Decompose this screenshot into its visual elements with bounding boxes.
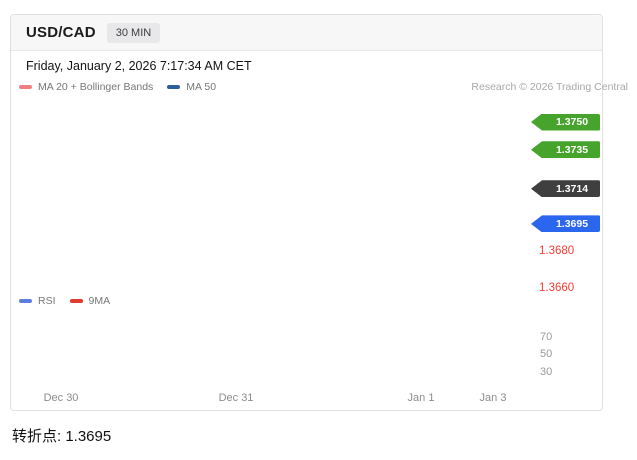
price-level-label-1.3680: 1.3680 (539, 245, 574, 257)
card-header: USD/CAD 30 MIN (11, 15, 602, 51)
x-axis-label-jan-3: Jan 3 (480, 392, 507, 404)
x-axis-label-dec-31: Dec 31 (219, 392, 254, 404)
price-level-label-1.3714: 1.3714 (531, 180, 600, 197)
research-credit: Research © 2026 Trading Central (471, 81, 628, 93)
rsi-legend: RSI 9MA (19, 295, 124, 307)
price-legend: MA 20 + Bollinger Bands MA 50 (19, 81, 230, 93)
ma20-label: MA 20 + Bollinger Bands (38, 81, 153, 93)
quote-card: USD/CAD 30 MIN Friday, January 2, 2026 7… (10, 14, 603, 411)
rsi-scale-50: 50 (540, 348, 552, 360)
pair-title: USD/CAD (26, 24, 96, 41)
price-level-label-1.3695: 1.3695 (531, 215, 600, 232)
legend-9ma-item: 9MA (70, 295, 111, 307)
price-level-label-1.3750: 1.3750 (531, 114, 600, 131)
legend-ma50-item: MA 50 (167, 81, 216, 93)
price-level-label-1.3660: 1.3660 (539, 282, 574, 294)
ma50-label: MA 50 (186, 81, 216, 93)
9ma-label: 9MA (89, 295, 111, 307)
pivot-point-text: 转折点: 1.3695 (12, 425, 111, 446)
legend-ma20-item: MA 20 + Bollinger Bands (19, 81, 153, 93)
ma50-swatch-icon (167, 85, 180, 89)
rsi-scale-30: 30 (540, 366, 552, 378)
rsi-swatch-icon (19, 299, 32, 303)
price-level-label-1.3735: 1.3735 (531, 141, 600, 158)
trading-central-widget: { "header": { "pair": "USD/CAD", "interv… (0, 0, 637, 460)
rsi-label: RSI (38, 295, 56, 307)
ma20-swatch-icon (19, 85, 32, 89)
quote-datetime: Friday, January 2, 2026 7:17:34 AM CET (26, 59, 252, 73)
legend-rsi-item: RSI (19, 295, 56, 307)
9ma-swatch-icon (70, 299, 83, 303)
interval-badge[interactable]: 30 MIN (107, 23, 160, 43)
x-axis-label-jan-1: Jan 1 (408, 392, 435, 404)
x-axis-label-dec-30: Dec 30 (44, 392, 79, 404)
rsi-scale-70: 70 (540, 331, 552, 343)
